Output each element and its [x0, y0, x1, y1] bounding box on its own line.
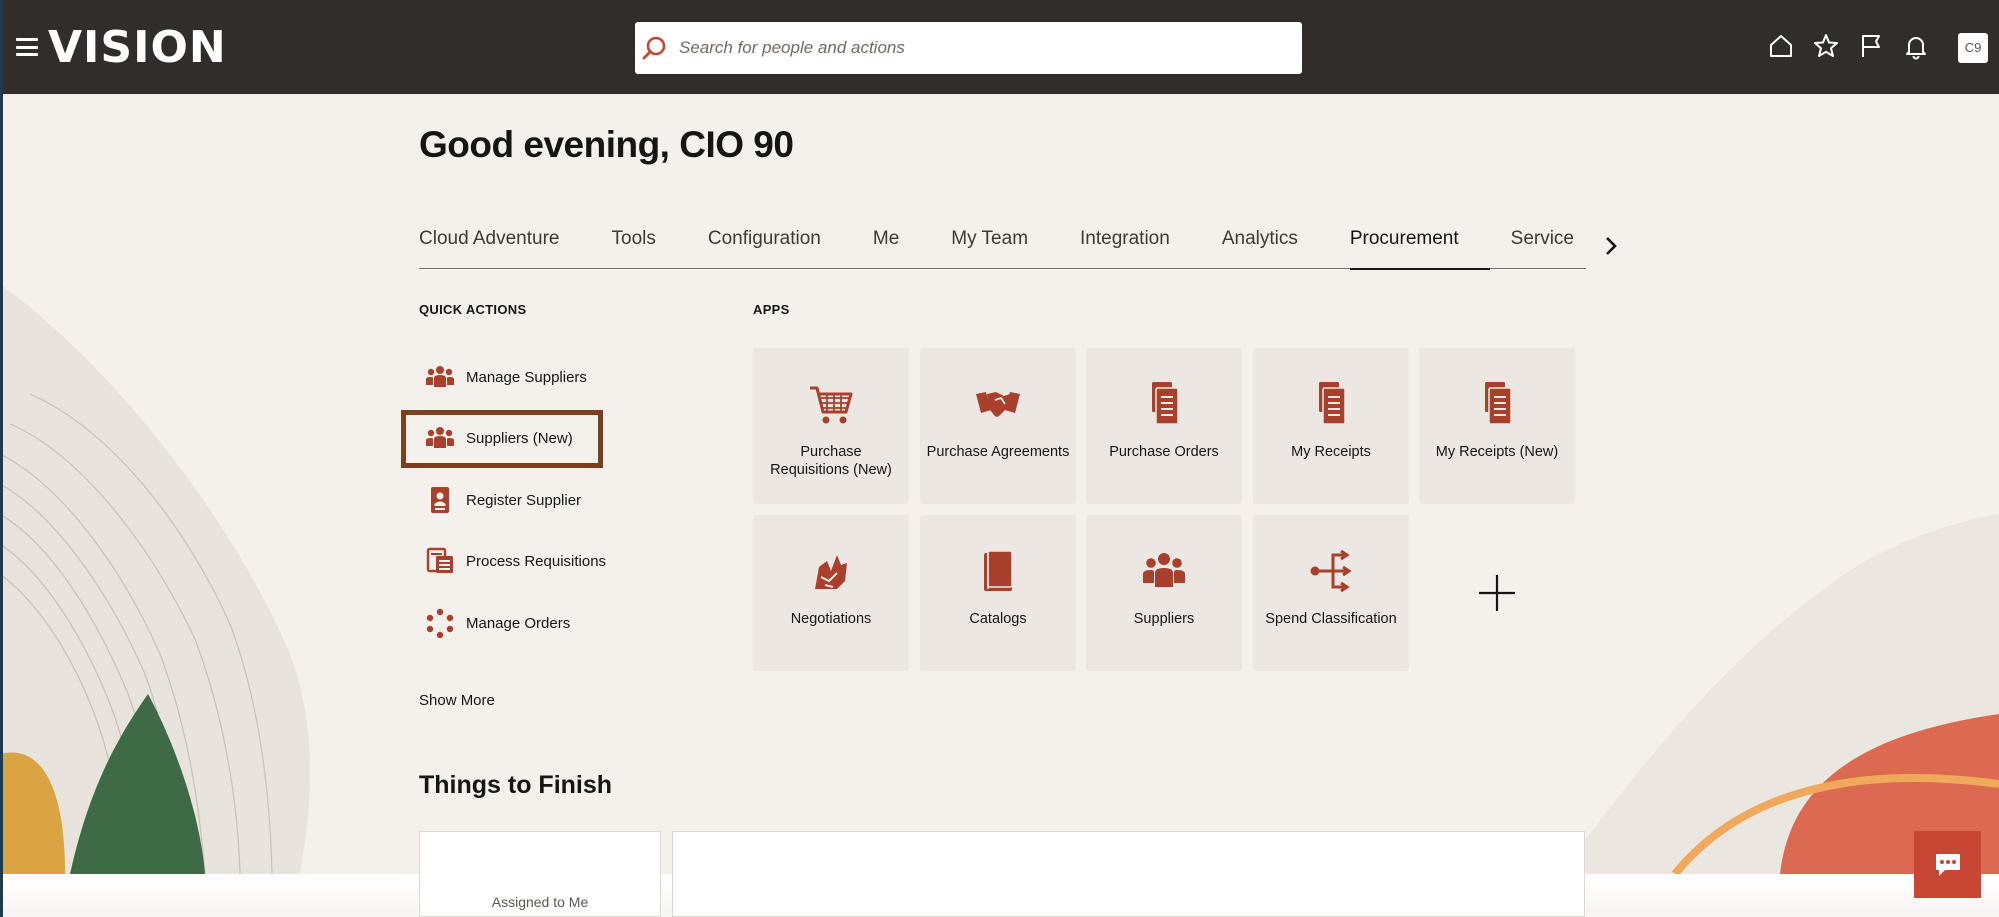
register-badge-icon	[431, 487, 449, 513]
favorites-star-icon[interactable]	[1812, 32, 1840, 60]
quick-action-label: Suppliers (New)	[466, 429, 573, 447]
quick-action-manage-suppliers[interactable]: Manage Suppliers	[424, 357, 587, 397]
assigned-to-me-card[interactable]: Assigned to Me	[419, 831, 661, 917]
tab-service[interactable]: Service	[1511, 224, 1574, 269]
negotiations-icon	[815, 555, 847, 589]
flag-icon[interactable]	[1857, 32, 1885, 60]
suppliers-group-icon	[1143, 553, 1185, 587]
app-tile-purchase-orders[interactable]: Purchase Orders	[1086, 348, 1242, 504]
search-icon	[642, 36, 666, 60]
app-tile-label: Catalogs	[969, 611, 1027, 627]
app-tile-my-receipts-new[interactable]: My Receipts (New)	[1419, 348, 1575, 504]
quick-action-label: Process Requisitions	[466, 552, 607, 570]
quick-action-label: Manage Orders	[466, 614, 571, 632]
app-tile-label: Spend Classification	[1265, 611, 1397, 627]
app-tile-purchase-agreements[interactable]: Purchase Agreements	[920, 348, 1076, 504]
global-header: VISION C9	[0, 0, 1999, 94]
quick-action-suppliers-new[interactable]: Suppliers (New)	[424, 418, 573, 458]
app-tile-label: My Receipts	[1291, 444, 1371, 460]
things-to-finish-heading: Things to Finish	[419, 771, 613, 799]
app-tile-suppliers[interactable]: Suppliers	[1086, 515, 1242, 671]
menu-icon[interactable]	[16, 38, 38, 56]
quick-action-label: Manage Suppliers	[466, 368, 587, 386]
tab-me[interactable]: Me	[873, 224, 899, 269]
document-stack-icon	[1152, 382, 1179, 425]
window-edge	[0, 0, 3, 917]
app-tile-label: My Receipts (New)	[1435, 444, 1559, 460]
app-tile-my-receipts[interactable]: My Receipts	[1253, 348, 1409, 504]
manage-orders-cycle-icon	[426, 608, 454, 639]
tab-procurement[interactable]: Procurement	[1349, 224, 1490, 270]
tab-integration[interactable]: Integration	[1080, 224, 1170, 269]
vision-logo[interactable]: VISION	[48, 22, 227, 74]
quick-action-register-supplier[interactable]: Register Supplier	[424, 480, 581, 520]
user-avatar[interactable]: C9	[1958, 33, 1988, 63]
assigned-to-me-label: Assigned to Me	[491, 894, 589, 910]
document-stack-icon	[1319, 382, 1346, 425]
tab-analytics[interactable]: Analytics	[1222, 224, 1298, 269]
app-tile-catalogs[interactable]: Catalogs	[920, 515, 1076, 671]
tab-tools[interactable]: Tools	[612, 224, 656, 269]
things-to-finish-panel	[672, 831, 1585, 917]
chat-bubble-icon	[1935, 853, 1960, 876]
suppliers-group-icon	[426, 366, 454, 387]
search-input[interactable]	[679, 38, 1259, 58]
app-tile-label: Purchase Requisitions (New)	[770, 444, 892, 478]
app-tile-purchase-requisitions-new[interactable]: Purchase Requisitions (New)	[753, 348, 909, 504]
app-tile-negotiations[interactable]: Negotiations	[753, 515, 909, 671]
document-stack-icon	[1485, 382, 1512, 425]
spend-classification-icon	[1310, 549, 1352, 593]
tab-configuration[interactable]: Configuration	[708, 224, 821, 269]
chat-button[interactable]	[1914, 831, 1981, 898]
quick-action-manage-orders[interactable]: Manage Orders	[424, 603, 570, 643]
tab-my-team[interactable]: My Team	[951, 224, 1028, 269]
quick-action-process-requisitions[interactable]: Process Requisitions	[424, 541, 606, 581]
home-icon[interactable]	[1767, 32, 1795, 60]
app-tile-label: Purchase Orders	[1109, 444, 1219, 460]
app-tile-label: Purchase Agreements	[926, 444, 1070, 460]
catalog-book-icon	[984, 550, 1013, 591]
app-tile-label: Negotiations	[790, 611, 872, 627]
plus-icon[interactable]	[1419, 515, 1575, 671]
quick-action-label: Register Supplier	[466, 491, 582, 509]
apps-heading: APPS	[753, 302, 790, 317]
tab-cloud-adventure[interactable]: Cloud Adventure	[419, 224, 560, 269]
quick-actions-heading: QUICK ACTIONS	[419, 302, 527, 317]
show-more-link[interactable]: Show More	[419, 692, 495, 709]
springboard-tabs: Cloud Adventure Tools Configuration Me M…	[419, 224, 1586, 270]
handshake-icon	[976, 392, 1020, 417]
suppliers-group-icon	[426, 427, 454, 448]
shopping-cart-icon	[810, 386, 853, 424]
chevron-right-icon[interactable]	[1599, 234, 1623, 258]
notifications-bell-icon[interactable]	[1902, 32, 1930, 60]
page-greeting: Good evening, CIO 90	[419, 124, 794, 165]
process-requisitions-icon	[426, 547, 453, 573]
app-tile-spend-classification[interactable]: Spend Classification	[1253, 515, 1409, 671]
global-search-box[interactable]	[635, 22, 1302, 74]
app-tile-label: Suppliers	[1133, 611, 1195, 627]
